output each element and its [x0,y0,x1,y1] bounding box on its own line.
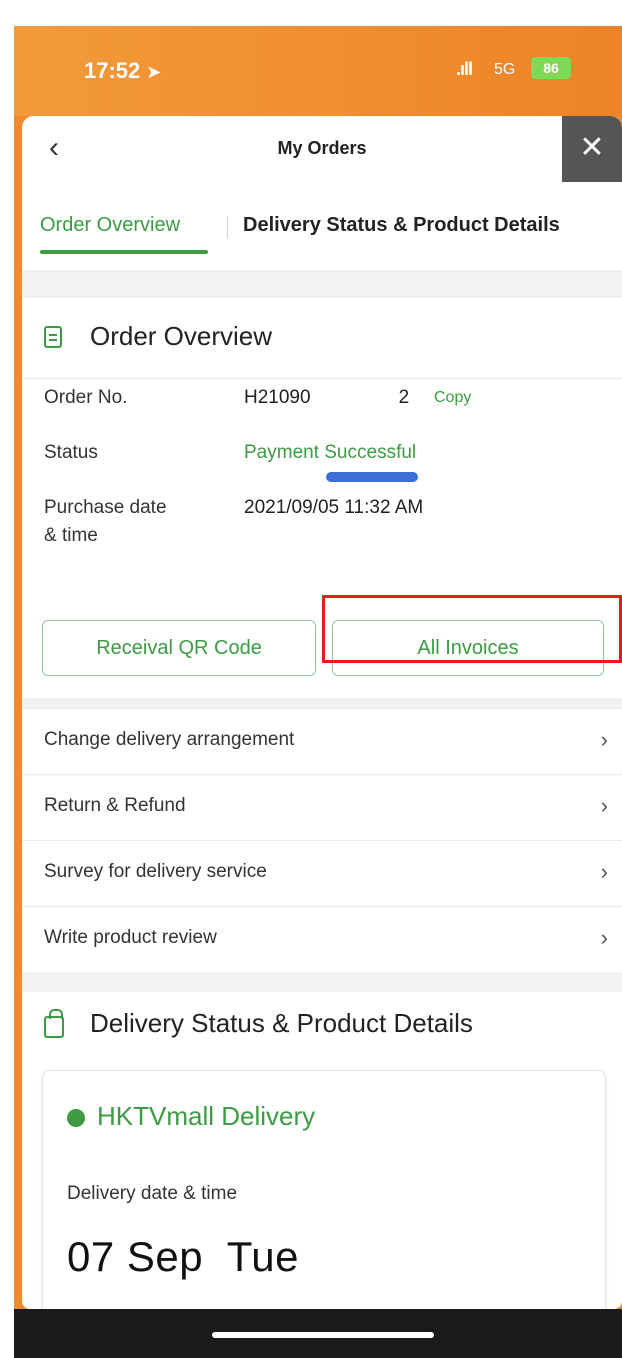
purchase-date-value: 2021/09/05 11:32 AM [244,497,424,518]
delivery-header: Delivery Status & Product Details [22,992,622,1056]
copy-link[interactable]: Copy [434,389,471,407]
tab-bar: Order Overview Delivery Status & Product… [22,182,622,270]
chevron-right-icon: › [600,859,608,884]
orders-sheet: ‹ My Orders ✕ Order Overview Delivery St… [22,116,622,1309]
redaction-mark [326,472,418,482]
time-text: 17:52 [84,58,141,83]
menu-item-label: Change delivery arrangement [44,729,295,750]
section-gap [22,270,622,298]
status-label: Status [44,442,98,463]
purchase-date-label: Purchase date & time [44,494,167,550]
top-nav: ‹ My Orders ✕ [22,116,622,183]
chevron-right-icon: › [600,925,608,950]
menu-item-label: Write product review [44,927,217,948]
section-gap [22,972,622,992]
order-no-label: Order No. [44,387,128,408]
receival-qr-code-button[interactable]: Receival QR Code [42,620,316,676]
menu-write-review[interactable]: Write product review › [22,906,622,973]
delivery-date-label: Delivery date & time [67,1183,238,1204]
chevron-right-icon: › [600,727,608,752]
section-title: Delivery Status & Product Details [90,1008,473,1038]
delivery-card: HKTVmall Delivery Delivery date & time 0… [42,1070,606,1309]
order-no-suffix: 2 [398,387,410,408]
signal-icon: .ıll [456,59,473,79]
tab-order-overview[interactable]: Order Overview [40,214,180,237]
delivery-card-title: HKTVmall Delivery [97,1101,316,1131]
status-bar: 17:52 ➤ .ıll 5G 86 [14,26,622,116]
location-arrow-icon: ➤ [146,62,162,82]
shopping-bag-icon [44,1009,64,1038]
tab-divider [227,216,228,238]
section-title: Order Overview [90,321,273,351]
menu-change-delivery[interactable]: Change delivery arrangement › [22,708,622,775]
delivery-date-value: 07 Sep Tue [67,1233,300,1280]
document-icon [44,326,62,348]
menu-survey-delivery[interactable]: Survey for delivery service › [22,840,622,907]
menu-item-label: Return & Refund [44,795,186,816]
status-time: 17:52 ➤ [84,58,161,84]
status-value: Payment Successful [244,442,417,463]
menu-item-label: Survey for delivery service [44,861,267,882]
tab-delivery-status[interactable]: Delivery Status & Product Details [243,214,560,237]
close-button[interactable]: ✕ [562,116,622,182]
section-gap [22,698,622,708]
status-dot [67,1109,85,1127]
home-indicator[interactable] [212,1332,434,1338]
active-tab-indicator [40,250,208,254]
phone-screen: 17:52 ➤ .ıll 5G 86 ‹ My Orders ✕ Order Ov… [14,26,622,1358]
home-bar-area [14,1309,622,1358]
highlight-box [322,595,622,663]
purchase-label-line1: Purchase date [44,497,167,518]
chevron-right-icon: › [600,793,608,818]
network-type: 5G [494,61,516,78]
page-title: My Orders [277,138,367,158]
order-no-value: H21090 2 [244,384,409,412]
order-overview-header: Order Overview [22,298,622,379]
order-no-prefix: H21090 [244,387,311,408]
close-icon: ✕ [579,131,605,164]
battery-icon: 86 [531,57,571,79]
purchase-label-line2: & time [44,525,98,546]
menu-return-refund[interactable]: Return & Refund › [22,774,622,841]
